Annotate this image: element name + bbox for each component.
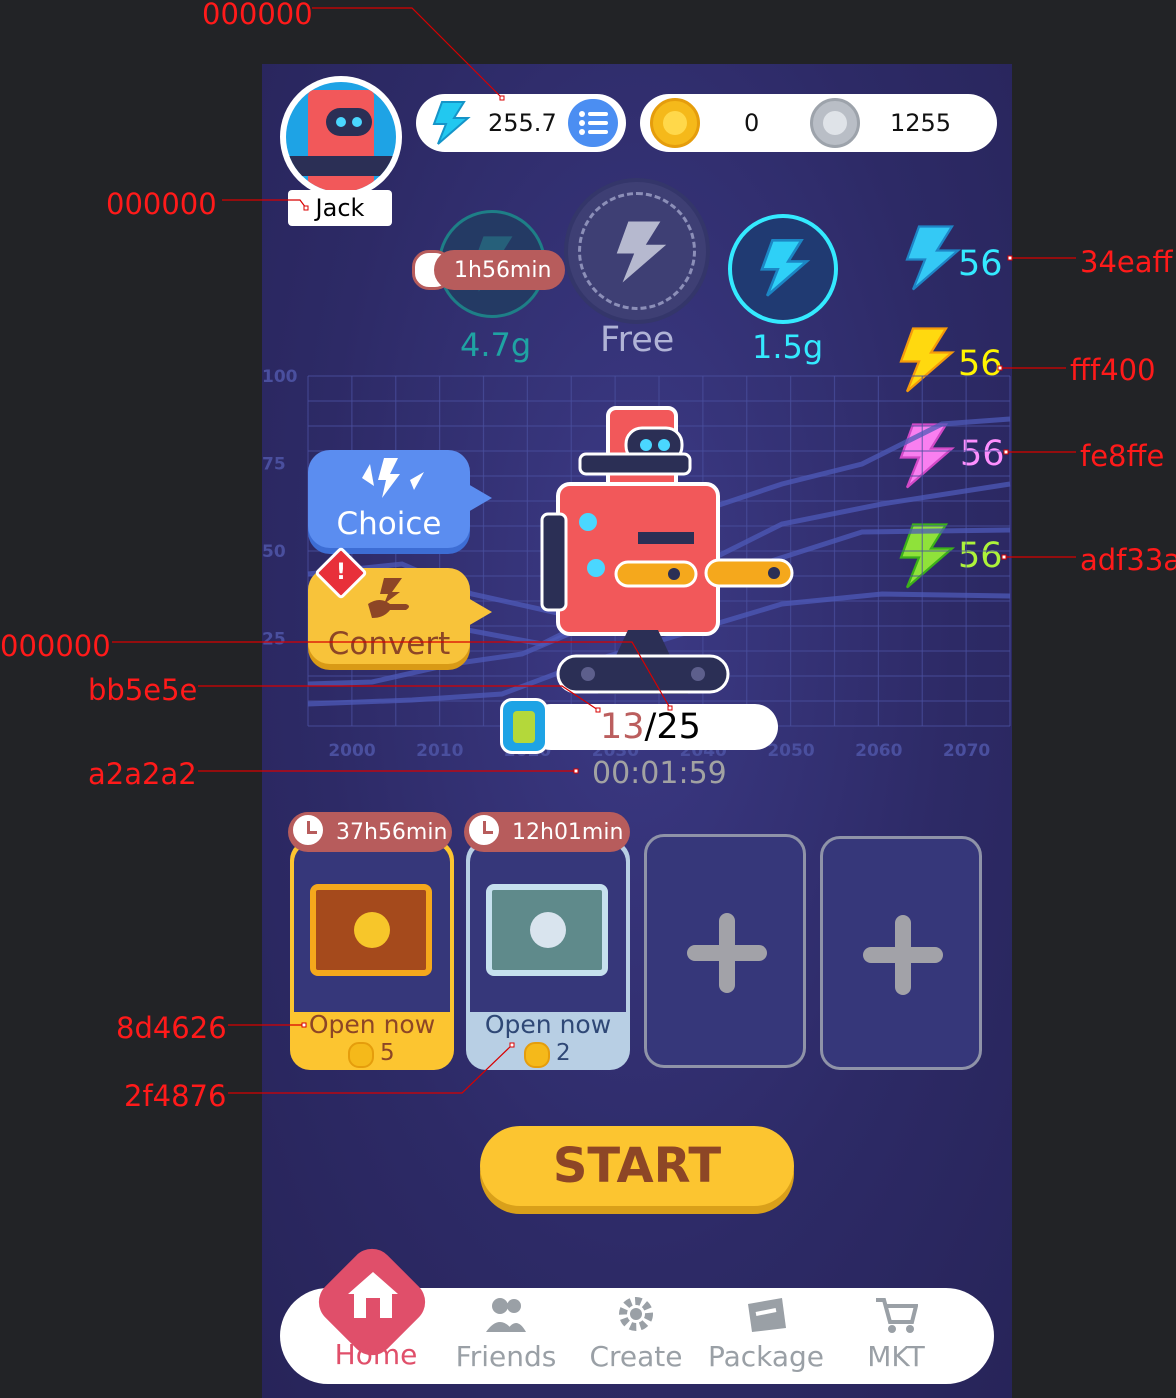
nav-friends[interactable]: Friends: [446, 1340, 566, 1373]
nav-package[interactable]: Package: [696, 1340, 836, 1373]
sparkle-lightning-icon: [362, 458, 424, 498]
coin-icon: [348, 1042, 374, 1068]
mode-free[interactable]: [564, 178, 710, 324]
robot-illustration: [540, 406, 794, 694]
x-tick-label: 2070: [943, 741, 990, 761]
silver-value: 1255: [890, 109, 952, 137]
convert-pointer: [468, 598, 492, 626]
chest-cost: 2: [556, 1040, 571, 1066]
annotation-label: 000000: [106, 187, 217, 221]
x-tick-label: 2050: [767, 741, 814, 761]
convert-label: Convert: [327, 626, 451, 662]
x-tick-label: 2010: [416, 741, 463, 761]
chest-cost: 5: [380, 1040, 395, 1066]
annotation-label: bb5e5e: [88, 673, 198, 707]
y-tick-label: 100: [262, 367, 298, 387]
annotation-label: 8d4626: [116, 1011, 227, 1045]
x-tick-label: 2060: [855, 741, 902, 761]
mode-label-free: Free: [600, 320, 675, 360]
gold-chest-icon: [310, 884, 432, 976]
battery-timer: 00:01:59: [592, 756, 727, 791]
nav-home[interactable]: Home: [316, 1338, 436, 1371]
chest-slot-gold[interactable]: Open now 5: [290, 840, 454, 1070]
player-name-tag: Jack: [288, 190, 392, 226]
home-icon: [348, 1272, 398, 1318]
mode-premium[interactable]: [728, 214, 838, 324]
annotation-label: fe8ffe: [1080, 439, 1165, 473]
silver-chest-icon: [486, 884, 608, 976]
annotation-label: 000000: [202, 0, 313, 31]
annotation-label: a2a2a2: [88, 757, 197, 791]
annotation-label: adf33a: [1080, 543, 1176, 577]
y-tick-label: 25: [262, 630, 286, 650]
hand-icon: [368, 578, 409, 618]
annotation-label: 000000: [0, 629, 111, 663]
chest-open-label: Open now: [484, 1010, 612, 1039]
choice-pointer: [468, 484, 492, 512]
start-button[interactable]: START: [480, 1126, 794, 1206]
choice-button[interactable]: Choice: [308, 450, 470, 548]
annotation-label: fff400: [1070, 353, 1156, 387]
mode-timer: 1h56min: [434, 250, 566, 290]
nav-mkt[interactable]: MKT: [836, 1340, 956, 1373]
chest-slot-silver[interactable]: Open now 2: [466, 840, 630, 1070]
y-tick-label: 75: [262, 455, 286, 475]
bottom-nav: Home Friends Create Package MKT: [280, 1239, 994, 1384]
game-screen: Jack 255.7 0 1255 1h56min 4.7g Free 1.5g…: [262, 64, 1012, 1398]
battery-icon: [500, 698, 548, 754]
y-tick-label: 50: [262, 542, 286, 562]
lightning-icon: [616, 221, 667, 283]
currency-bar: 0 1255: [640, 94, 997, 152]
list-icon: [579, 111, 608, 135]
nav-create[interactable]: Create: [576, 1340, 696, 1373]
create-gear-icon: [619, 1297, 653, 1331]
energy-value: 255.7: [488, 109, 557, 137]
clock-icon: [466, 812, 502, 848]
clock-icon: [290, 812, 326, 848]
annotation-label: 34eaff: [1080, 245, 1173, 279]
coin-icon: [524, 1042, 550, 1068]
gold-coin-icon: [650, 98, 700, 148]
player-name: Jack: [315, 194, 365, 222]
avatar[interactable]: [280, 76, 402, 198]
lightning-icon: [760, 239, 811, 297]
package-icon: [748, 1298, 786, 1332]
annotation-label: 2f4876: [124, 1079, 227, 1113]
battery-current: 13: [600, 707, 645, 747]
choice-label: Choice: [336, 506, 442, 542]
gold-value: 0: [744, 109, 760, 137]
battery-max: 25: [656, 707, 701, 747]
menu-list-button[interactable]: [568, 99, 618, 147]
chest-open-label: Open now: [308, 1010, 436, 1039]
lightning-icon: [432, 101, 471, 145]
cart-icon: [876, 1298, 918, 1333]
gem-value-blue: 56: [958, 244, 1003, 284]
mode-label-1: 4.7g: [460, 326, 532, 364]
x-tick-label: 2000: [328, 741, 375, 761]
blue-gem-icon: [905, 225, 962, 291]
mode-label-3: 1.5g: [752, 328, 824, 366]
empty-slot-add-2[interactable]: [820, 836, 982, 1070]
battery-progress: 13/25: [528, 704, 778, 750]
energy-counter: 255.7: [416, 94, 626, 152]
silver-coin-icon: [810, 98, 860, 148]
friends-icon: [486, 1298, 526, 1332]
empty-slot-add-1[interactable]: [644, 834, 806, 1068]
